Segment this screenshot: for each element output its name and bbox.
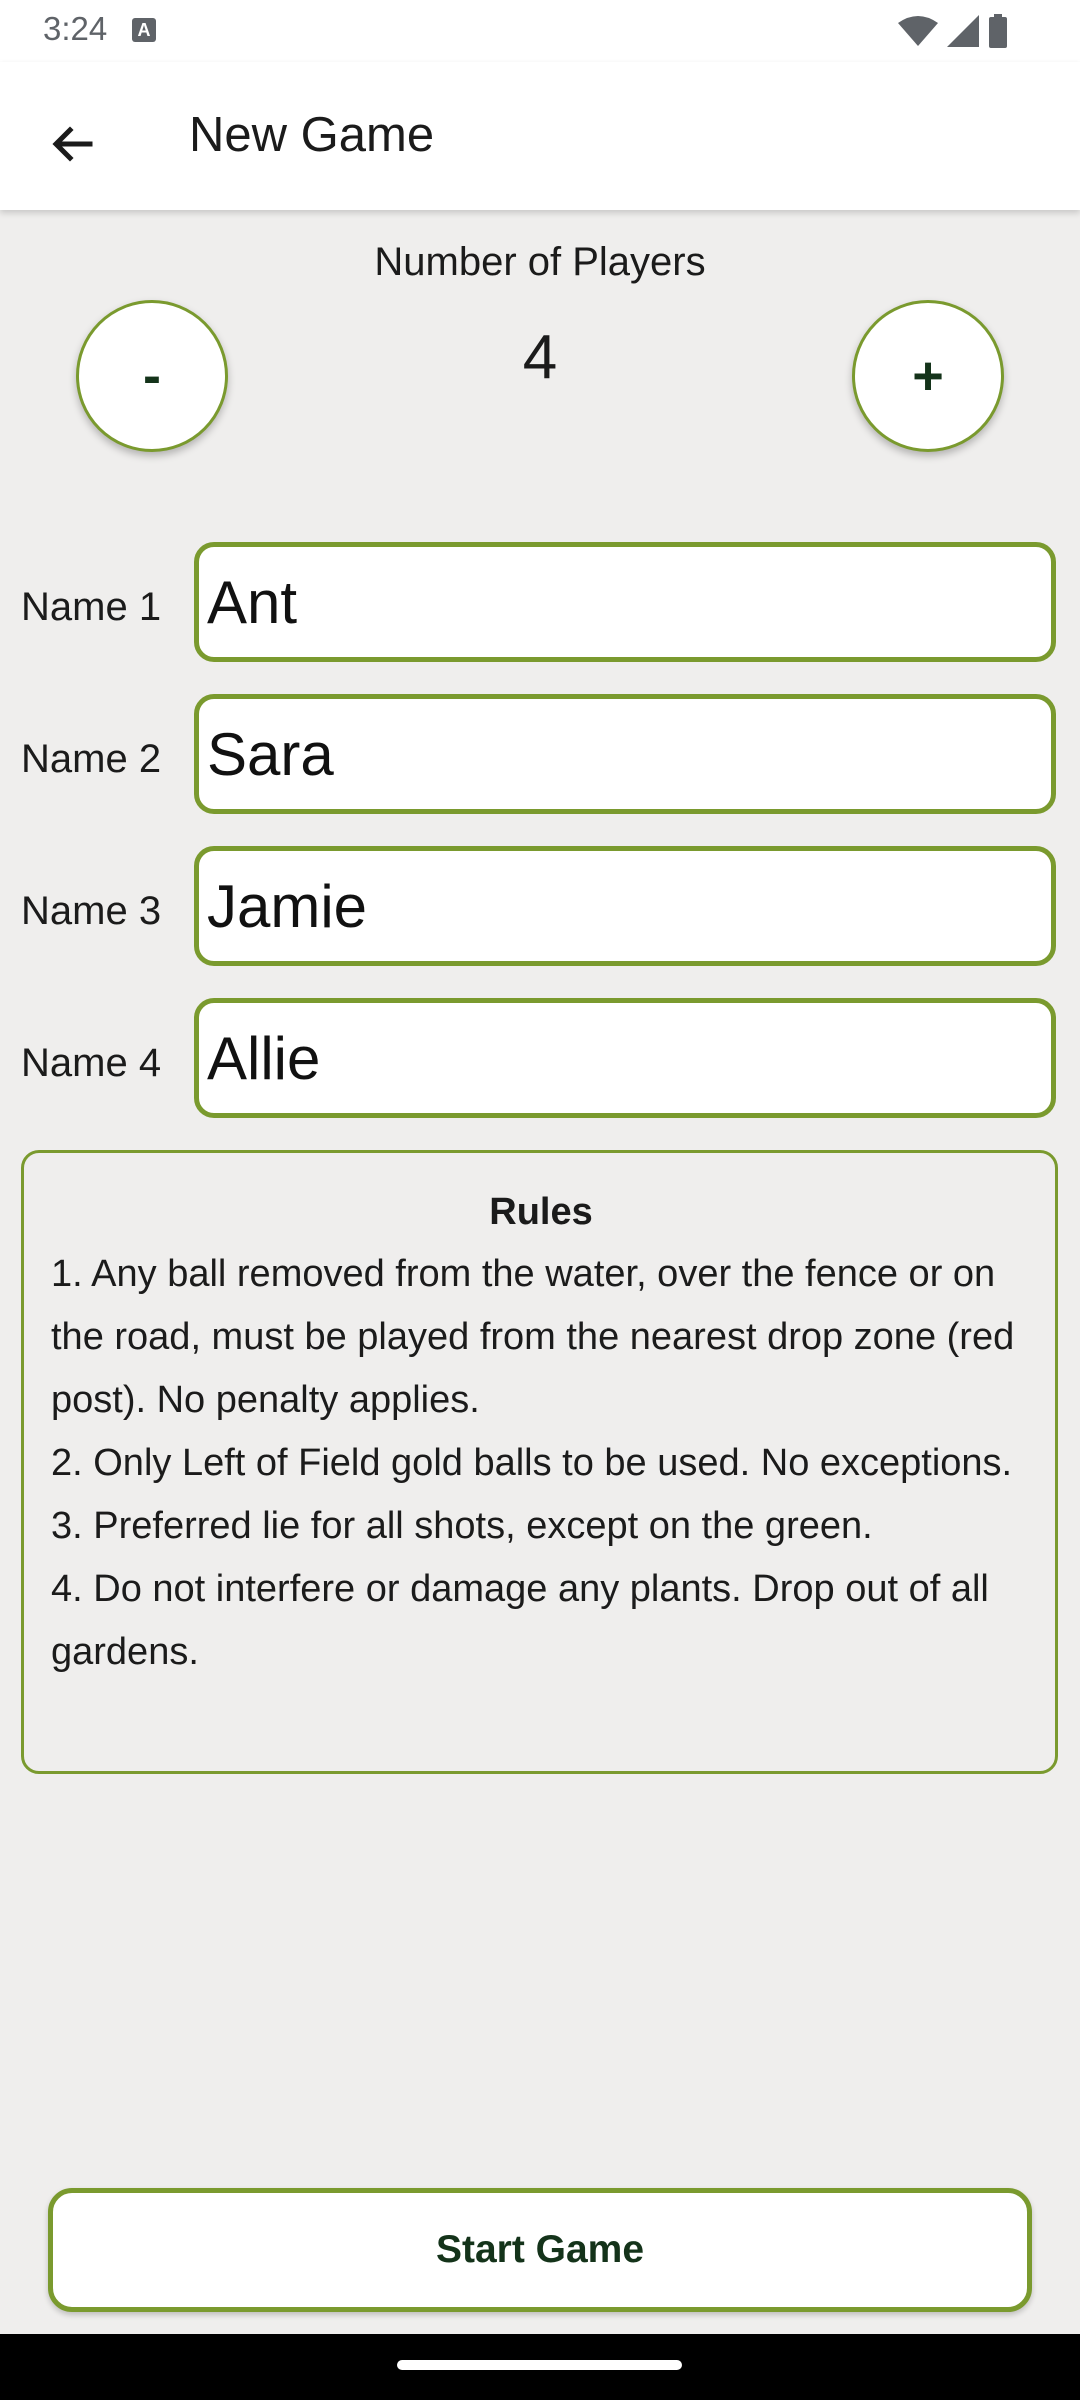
name-4-label: Name 4 — [21, 1041, 162, 1085]
name-2-label: Name 2 — [21, 737, 162, 781]
decrement-players-button[interactable]: - — [76, 300, 228, 452]
status-time: 3:24 — [43, 10, 108, 47]
battery-icon — [989, 14, 1007, 48]
rule-item: 2. Only Left of Field gold balls to be u… — [51, 1442, 1013, 1484]
rule-item: 3. Preferred lie for all shots, except o… — [51, 1505, 873, 1547]
signal-icon — [947, 15, 979, 47]
status-bar: 3:24 A — [0, 0, 1080, 62]
arrow-back-icon — [52, 126, 93, 162]
rule-item: 1. Any ball removed from the water, over… — [51, 1253, 1015, 1421]
name-1-label: Name 1 — [21, 585, 162, 629]
name-3-label: Name 3 — [21, 889, 162, 933]
rules-title: Rules — [489, 1191, 593, 1233]
name-2-field[interactable] — [194, 694, 1056, 814]
wifi-icon — [898, 16, 938, 46]
status-icons — [898, 12, 1008, 50]
rules-box: Rules 1. Any ball removed from the water… — [21, 1150, 1058, 1774]
player-count: 4 — [522, 323, 558, 392]
navigation-bar — [0, 2334, 1080, 2400]
home-gesture-handle[interactable] — [397, 2360, 682, 2370]
start-game-button[interactable]: Start Game — [48, 2188, 1032, 2312]
players-label: Number of Players — [374, 240, 706, 284]
page-title: New Game — [189, 108, 435, 162]
name-4-field[interactable] — [194, 998, 1056, 1118]
increment-players-button[interactable]: + — [852, 300, 1004, 452]
name-1-field[interactable] — [194, 542, 1056, 662]
text-a-icon: A — [132, 18, 156, 42]
app-bar: New Game — [0, 62, 1080, 210]
name-3-field[interactable] — [194, 846, 1056, 966]
back-button[interactable] — [28, 100, 116, 188]
rule-item: 4. Do not interfere or damage any plants… — [51, 1568, 989, 1673]
